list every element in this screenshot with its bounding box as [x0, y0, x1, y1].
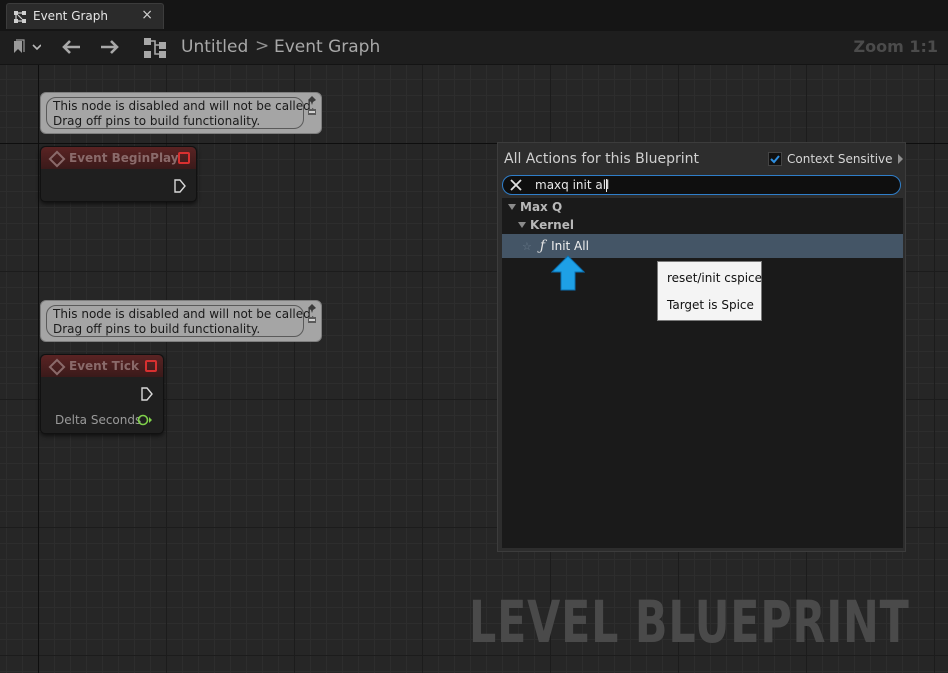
pin-icon[interactable]	[307, 303, 317, 325]
expand-arrow-icon[interactable]	[897, 154, 903, 164]
forward-button[interactable]	[97, 36, 123, 58]
comment-text: This node is disabled and will not be ca…	[46, 305, 315, 337]
output-delegate-pin[interactable]	[178, 152, 190, 164]
action-menu-title: All Actions for this Blueprint	[504, 151, 699, 167]
bookmark-icon	[14, 39, 41, 53]
category-max-q[interactable]: Max Q	[502, 198, 909, 216]
graph-toolbar: Untitled > Event Graph Zoom 1:1	[0, 31, 948, 65]
context-sensitive-label: Context Sensitive	[787, 152, 893, 166]
tab-event-graph[interactable]: Event Graph ×	[6, 3, 164, 29]
up-arrow-icon	[551, 255, 585, 291]
tab-strip: Event Graph ×	[0, 0, 948, 31]
tooltip-line: Target is Spice	[667, 298, 754, 312]
exec-pin-icon[interactable]	[140, 387, 154, 401]
checkmark-icon	[770, 155, 780, 164]
event-beginplay-node[interactable]: Event BeginPlay	[40, 146, 197, 202]
action-menu: All Actions for this Blueprint Context S…	[497, 142, 906, 552]
function-icon: ƒ	[539, 238, 546, 254]
pin-icon[interactable]	[307, 95, 317, 117]
category-kernel[interactable]: Kernel	[502, 216, 919, 234]
output-delegate-pin[interactable]	[145, 360, 157, 372]
action-tree: Max Q Kernel ☆ ƒ Init All	[502, 198, 903, 548]
back-button[interactable]	[58, 36, 84, 58]
exec-pin-icon[interactable]	[173, 179, 187, 193]
event-tick-node[interactable]: Event Tick Delta Seconds	[40, 354, 164, 434]
graph-icon	[144, 38, 166, 58]
forward-arrow-icon	[101, 40, 119, 54]
disabled-node-comment[interactable]: This node is disabled and will not be ca…	[40, 92, 322, 134]
action-search-box[interactable]	[502, 175, 901, 195]
node-header: Event Tick	[41, 355, 163, 377]
node-title: Event Tick	[69, 359, 140, 373]
close-icon[interactable]	[509, 178, 523, 192]
comment-text: This node is disabled and will not be ca…	[46, 97, 315, 129]
context-sensitive-checkbox[interactable]	[768, 152, 782, 166]
category-label: Max Q	[520, 200, 563, 214]
comment-line: Drag off pins to build functionality.	[53, 114, 261, 128]
breadcrumb-current[interactable]: Event Graph	[274, 37, 380, 57]
node-header: Event BeginPlay	[41, 147, 196, 169]
text-caret	[606, 179, 607, 192]
graph-tab-icon	[14, 11, 26, 23]
level-blueprint-watermark: LEVEL BLUEPRINT	[469, 588, 910, 656]
breadcrumb-root[interactable]: Untitled	[181, 37, 248, 57]
zoom-level: Zoom 1:1	[853, 37, 939, 56]
node-title: Event BeginPlay	[69, 151, 179, 165]
back-arrow-icon	[62, 40, 80, 54]
collapse-arrow-icon	[518, 222, 526, 228]
breadcrumb-separator: >	[255, 36, 270, 56]
star-icon[interactable]: ☆	[522, 240, 532, 253]
diamond-event-icon	[48, 358, 66, 376]
tooltip-line: reset/init cspice	[667, 271, 763, 285]
search-input[interactable]	[535, 177, 885, 193]
comment-line: This node is disabled and will not be ca…	[53, 307, 315, 321]
category-label: Kernel	[530, 218, 574, 232]
context-sensitive-toggle[interactable]: Context Sensitive	[768, 152, 903, 166]
tab-label: Event Graph	[33, 9, 108, 23]
action-label: Init All	[551, 239, 589, 253]
diamond-event-icon	[48, 150, 66, 168]
bookmark-button[interactable]	[10, 36, 42, 58]
disabled-node-comment[interactable]: This node is disabled and will not be ca…	[40, 300, 322, 342]
float-pin-icon[interactable]	[137, 414, 153, 426]
close-icon[interactable]: ×	[141, 7, 153, 23]
comment-line: Drag off pins to build functionality.	[53, 322, 261, 336]
delta-seconds-label: Delta Seconds	[55, 413, 142, 427]
action-tooltip: reset/init cspice Target is Spice	[657, 261, 762, 321]
comment-line: This node is disabled and will not be ca…	[53, 99, 315, 113]
origin-axis-vertical	[38, 65, 39, 673]
collapse-arrow-icon	[508, 204, 516, 210]
